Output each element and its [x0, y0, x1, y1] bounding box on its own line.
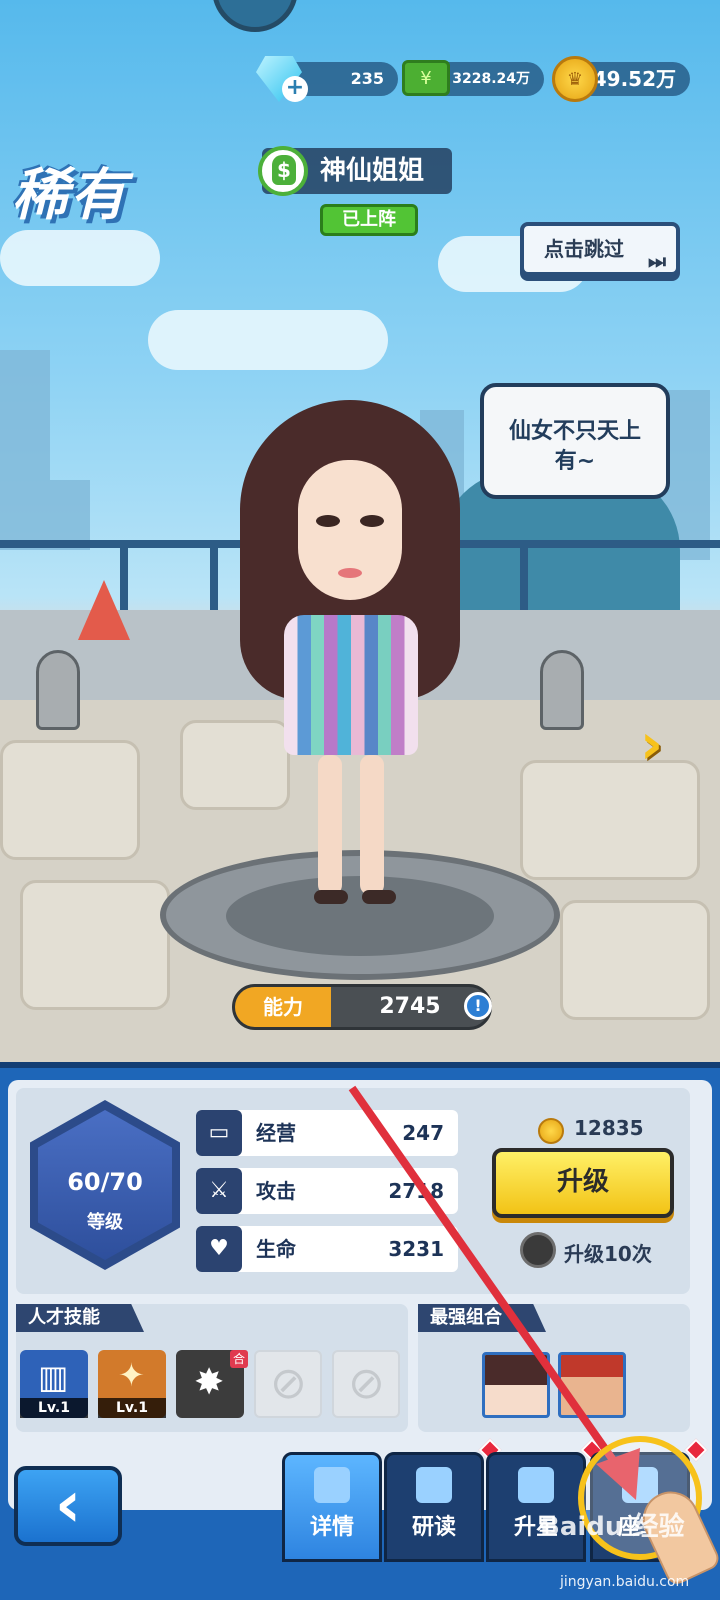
watermark-url: jingyan.baidu.com	[560, 1574, 690, 1590]
arrow-shaft	[348, 1085, 624, 1473]
tutorial-arrow	[348, 1085, 640, 1500]
watermark: Baidu 经验	[540, 1512, 685, 1542]
